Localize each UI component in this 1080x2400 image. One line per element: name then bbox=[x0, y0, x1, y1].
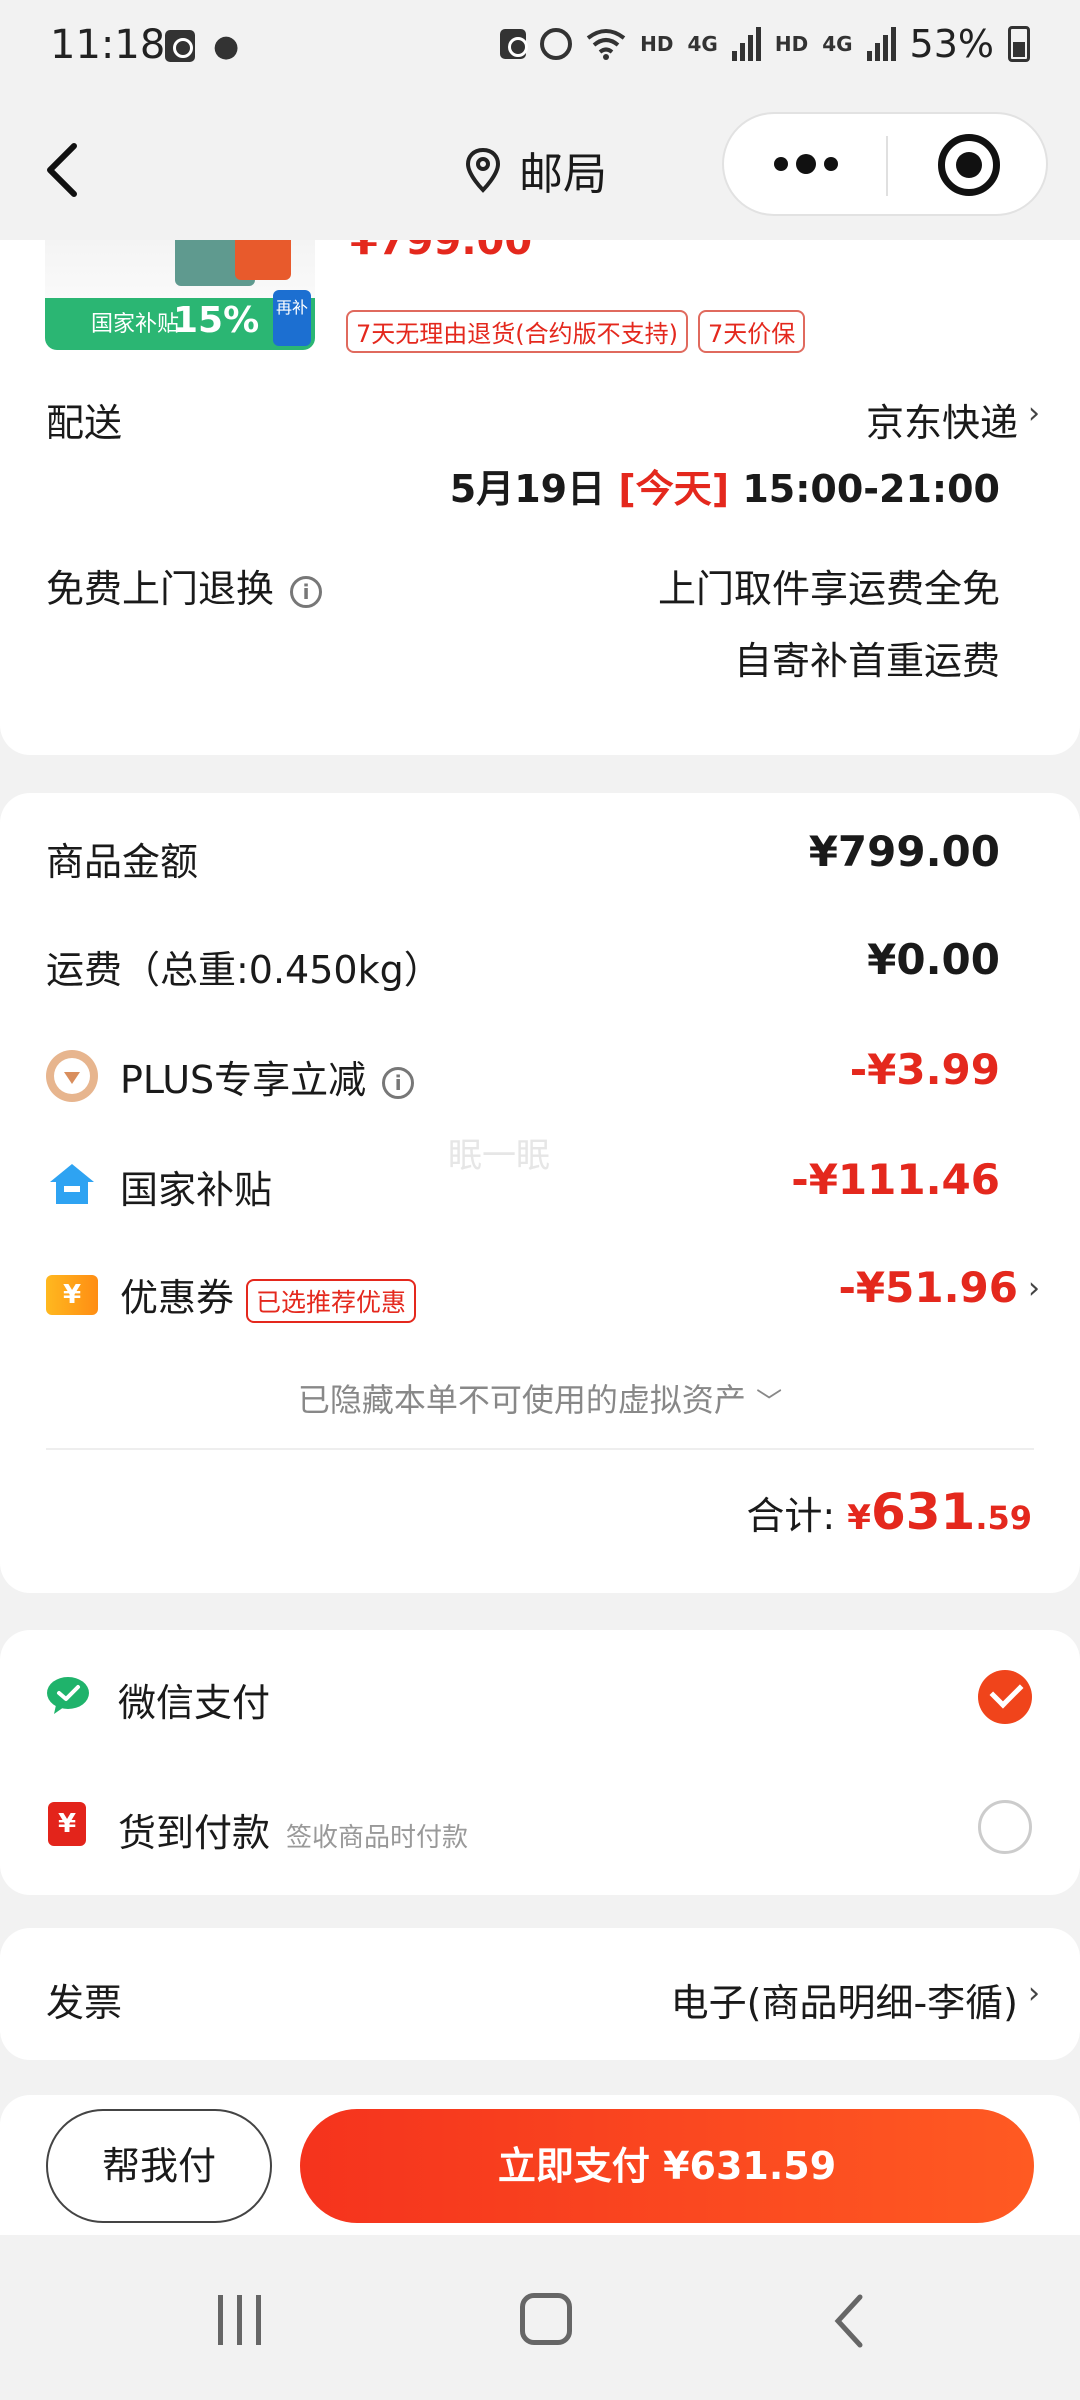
pay-now-button[interactable]: 立即支付 ¥631.59 bbox=[300, 2109, 1034, 2223]
subsidy-house-icon bbox=[50, 1164, 94, 1204]
selected-check-icon[interactable] bbox=[978, 1670, 1032, 1724]
cod-label: 货到付款 bbox=[118, 1811, 271, 1855]
coupon-value[interactable]: -¥51.96 bbox=[838, 1263, 1018, 1312]
subsidy-label: 国家补贴 bbox=[120, 1168, 273, 1212]
summary-divider bbox=[46, 1448, 1034, 1450]
wifi-icon bbox=[586, 29, 626, 60]
return-policy-tag: 7天无理由退货(合约版不支持) bbox=[346, 310, 688, 353]
total-integer: 631 bbox=[870, 1483, 976, 1541]
more-dots-icon[interactable] bbox=[774, 154, 838, 174]
invoice-chevron-icon[interactable]: › bbox=[1028, 1976, 1040, 2011]
signal-4g-label-2: 4G bbox=[822, 32, 853, 56]
header-title-group[interactable]: 邮局 bbox=[465, 138, 607, 202]
hd-label-1: HD bbox=[640, 32, 674, 56]
chevron-down-icon: ﹀ bbox=[756, 1388, 783, 1418]
bunny-app-icon: ● bbox=[213, 29, 240, 64]
total-label: 合计: bbox=[746, 1494, 836, 1538]
help-me-pay-button[interactable]: 帮我付 bbox=[46, 2109, 272, 2223]
delivery-time[interactable]: 5月19日 [今天] 15:00-21:00 bbox=[450, 458, 1000, 513]
system-nav-bar bbox=[0, 2235, 1080, 2400]
alarm-icon bbox=[540, 28, 573, 60]
product-delivery-card: 国家补贴 15% 再补 ¥799.00 7天无理由退货(合约版不支持) 7天价保… bbox=[0, 240, 1080, 755]
hidden-assets-text: 已隐藏本单不可使用的虚拟资产 bbox=[297, 1381, 746, 1419]
product-image-subsidy-pct: 15% bbox=[173, 300, 260, 341]
payment-method-card: 微信支付 ¥ 货到付款 签收商品时付款 bbox=[0, 1630, 1080, 1895]
product-tags: 7天无理由退货(合约版不支持) 7天价保 bbox=[346, 310, 806, 353]
goods-amount-value: ¥799.00 bbox=[808, 827, 1000, 876]
cod-sublabel: 签收商品时付款 bbox=[286, 1823, 469, 1853]
cod-label-group: 货到付款 签收商品时付款 bbox=[118, 1802, 468, 1857]
returns-line-2: 自寄补首重运费 bbox=[733, 639, 1000, 683]
plus-discount-label: PLUS专享立减 bbox=[120, 1058, 367, 1102]
delivery-carrier[interactable]: 京东快递 bbox=[866, 392, 1018, 447]
mini-program-capsule bbox=[722, 112, 1048, 216]
coupon-recommended-tag: 已选推荐优惠 bbox=[246, 1278, 417, 1323]
clock-app-icon bbox=[165, 30, 195, 62]
info-icon-plus[interactable]: i bbox=[382, 1066, 415, 1099]
system-back-icon[interactable] bbox=[830, 2291, 870, 2351]
lock-icon bbox=[500, 29, 529, 59]
back-arrow-icon[interactable] bbox=[40, 140, 90, 200]
battery-icon bbox=[1008, 26, 1030, 62]
returns-line-1: 上门取件享运费全免 bbox=[657, 567, 1000, 611]
delivery-today: [今天] bbox=[618, 467, 730, 511]
plus-discount-value: -¥3.99 bbox=[849, 1045, 1000, 1094]
wechat-pay-label: 微信支付 bbox=[118, 1681, 271, 1725]
status-bar: 11:18 ● HD 4G HD 4G 53% bbox=[0, 0, 1080, 100]
mini-program-header: 邮局 bbox=[0, 100, 1080, 240]
status-time: 11:18 bbox=[50, 22, 166, 68]
wechat-pay-option[interactable]: 微信支付 bbox=[0, 1630, 1080, 1762]
coupon-icon: ¥ bbox=[46, 1275, 98, 1315]
hidden-assets-toggle[interactable]: 已隐藏本单不可使用的虚拟资产 ﹀ bbox=[0, 1375, 1080, 1421]
status-left-icons: ● bbox=[165, 30, 243, 64]
total-currency: ¥ bbox=[847, 1498, 871, 1538]
home-icon[interactable] bbox=[520, 2293, 572, 2345]
plus-badge-icon bbox=[46, 1050, 98, 1102]
hd-label-2: HD bbox=[774, 32, 809, 56]
bottom-action-bar: 帮我付 立即支付 ¥631.59 bbox=[0, 2095, 1080, 2235]
order-total: 合计: ¥631.59 bbox=[746, 1483, 1032, 1541]
product-image-graphic-2 bbox=[235, 240, 291, 280]
unselected-radio-icon[interactable] bbox=[978, 1800, 1032, 1854]
price-summary-card: 商品金额 ¥799.00 运费（总重:0.450kg） ¥0.00 PLUS专享… bbox=[0, 793, 1080, 1593]
product-image-badge: 再补 bbox=[273, 290, 311, 346]
plus-discount-row-label: PLUS专享立减 i bbox=[120, 1049, 415, 1104]
goods-amount-label: 商品金额 bbox=[46, 840, 199, 884]
product-price: ¥799.00 bbox=[350, 240, 533, 264]
cash-on-delivery-option[interactable]: ¥ 货到付款 签收商品时付款 bbox=[0, 1762, 1080, 1895]
wechat-pay-icon bbox=[47, 1677, 89, 1714]
page-title: 邮局 bbox=[519, 149, 607, 200]
subsidy-value: -¥111.46 bbox=[791, 1155, 1000, 1204]
capsule-divider bbox=[886, 136, 888, 196]
delivery-label: 配送 bbox=[46, 401, 123, 445]
total-decimal: .59 bbox=[975, 1499, 1032, 1537]
coupon-row-label[interactable]: 优惠券 已选推荐优惠 bbox=[120, 1267, 417, 1323]
target-close-icon[interactable] bbox=[938, 134, 1000, 196]
returns-label: 免费上门退换 bbox=[46, 567, 275, 611]
cash-on-delivery-icon: ¥ bbox=[48, 1802, 86, 1846]
battery-percent: 53% bbox=[909, 22, 994, 66]
delivery-window: 15:00-21:00 bbox=[742, 467, 1000, 511]
delivery-date: 5月19日 bbox=[449, 467, 606, 511]
delivery-chevron-icon[interactable]: › bbox=[1028, 396, 1040, 431]
recent-apps-icon[interactable] bbox=[218, 2295, 261, 2345]
returns-row-label: 免费上门退换 i bbox=[46, 558, 323, 613]
shipping-value: ¥0.00 bbox=[867, 935, 1000, 984]
shipping-label: 运费（总重:0.450kg） bbox=[46, 948, 442, 992]
location-pin-icon bbox=[465, 147, 501, 193]
product-image-subsidy-text: 国家补贴 bbox=[91, 312, 180, 337]
signal-bars-icon-2 bbox=[866, 27, 896, 61]
invoice-value: 电子(商品明细-李循) bbox=[670, 1981, 1018, 2025]
invoice-label: 发票 bbox=[46, 1981, 123, 2025]
watermark-text: 眠一眠 bbox=[448, 1136, 550, 1176]
product-image[interactable]: 国家补贴 15% 再补 bbox=[45, 240, 315, 350]
signal-bars-icon-1 bbox=[731, 27, 761, 61]
coupon-chevron-icon[interactable]: › bbox=[1028, 1271, 1040, 1306]
coupon-label: 优惠券 bbox=[120, 1276, 235, 1320]
signal-4g-label-1: 4G bbox=[687, 32, 718, 56]
status-right-icons: HD 4G HD 4G 53% bbox=[500, 22, 1030, 66]
price-protect-tag: 7天价保 bbox=[698, 310, 806, 353]
invoice-card[interactable]: 发票 电子(商品明细-李循) › bbox=[0, 1928, 1080, 2060]
info-icon[interactable]: i bbox=[290, 575, 323, 608]
